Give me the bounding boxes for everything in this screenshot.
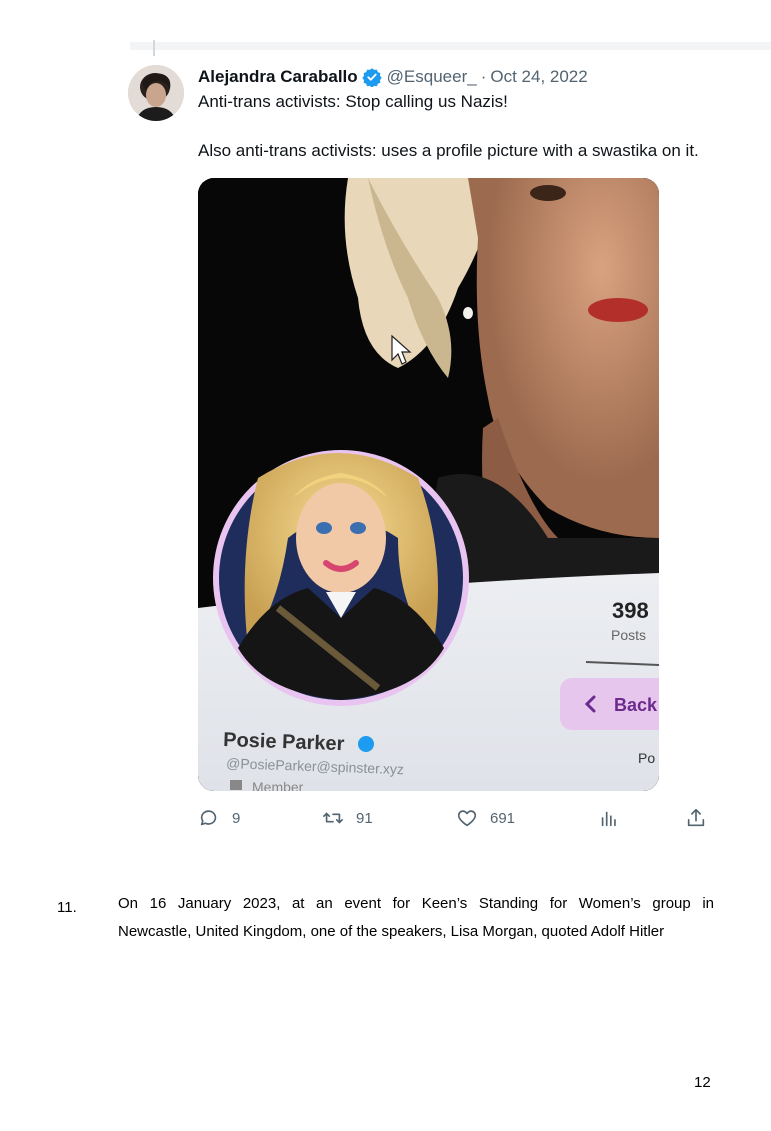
back-button-label: Back bbox=[614, 695, 658, 715]
retweet-action[interactable]: 91 bbox=[322, 806, 373, 830]
author-name[interactable]: Alejandra Caraballo bbox=[198, 66, 358, 88]
header-separator: · bbox=[480, 67, 487, 86]
calendar-icon bbox=[230, 780, 242, 790]
reply-count: 9 bbox=[232, 809, 241, 827]
author-handle[interactable]: @Esqueer_ bbox=[387, 66, 477, 88]
author-avatar[interactable] bbox=[128, 65, 184, 121]
tweet-text-line-1: Anti-trans activists: Stop calling us Na… bbox=[198, 92, 508, 111]
tweet-actions-bar: 9 91 691 bbox=[198, 806, 718, 830]
views-action[interactable] bbox=[598, 806, 620, 830]
thread-divider bbox=[130, 42, 771, 50]
profile-tab-partial: Po bbox=[638, 750, 655, 766]
tweet-date[interactable]: Oct 24, 2022 bbox=[490, 66, 587, 88]
analytics-icon bbox=[601, 811, 616, 827]
like-count: 691 bbox=[490, 809, 516, 827]
profile-name: Posie Parker bbox=[223, 729, 345, 755]
paragraph-line-2: Newcastle, United Kingdom, one of the sp… bbox=[118, 923, 665, 940]
tweet-text-line-2: Also anti-trans activists: uses a profil… bbox=[198, 141, 699, 160]
profile-posts-label: Posts bbox=[611, 627, 646, 643]
share-icon bbox=[687, 808, 705, 827]
tweet-media-image[interactable]: 398 Posts Back Po Posie Parker @PosiePar… bbox=[198, 178, 659, 791]
verified-badge-icon bbox=[362, 67, 382, 88]
like-action[interactable]: 691 bbox=[456, 806, 515, 830]
retweet-icon bbox=[323, 812, 343, 824]
reply-action[interactable]: 9 bbox=[198, 806, 240, 830]
media-photo: 398 Posts Back Po Posie Parker @PosiePar… bbox=[198, 178, 659, 791]
paragraph-body: On 16 January 2023, at an event for Keen… bbox=[118, 890, 714, 946]
paragraph-number: 11. bbox=[57, 899, 77, 916]
reply-icon bbox=[200, 810, 217, 826]
thread-connector-line bbox=[153, 40, 155, 56]
share-action[interactable] bbox=[685, 806, 707, 830]
retweet-count: 91 bbox=[356, 809, 373, 827]
profile-posts-count: 398 bbox=[612, 598, 649, 623]
heart-icon bbox=[457, 810, 477, 827]
profile-verified-icon bbox=[358, 736, 374, 752]
page-number: 12 bbox=[694, 1074, 711, 1091]
avatar-image bbox=[128, 65, 184, 121]
profile-member-partial: Member bbox=[252, 779, 304, 791]
tweet-header: Alejandra Caraballo @Esqueer_ · Oct 24, … bbox=[198, 66, 588, 88]
paragraph-line-1: On 16 January 2023, at an event for Keen… bbox=[118, 895, 714, 912]
